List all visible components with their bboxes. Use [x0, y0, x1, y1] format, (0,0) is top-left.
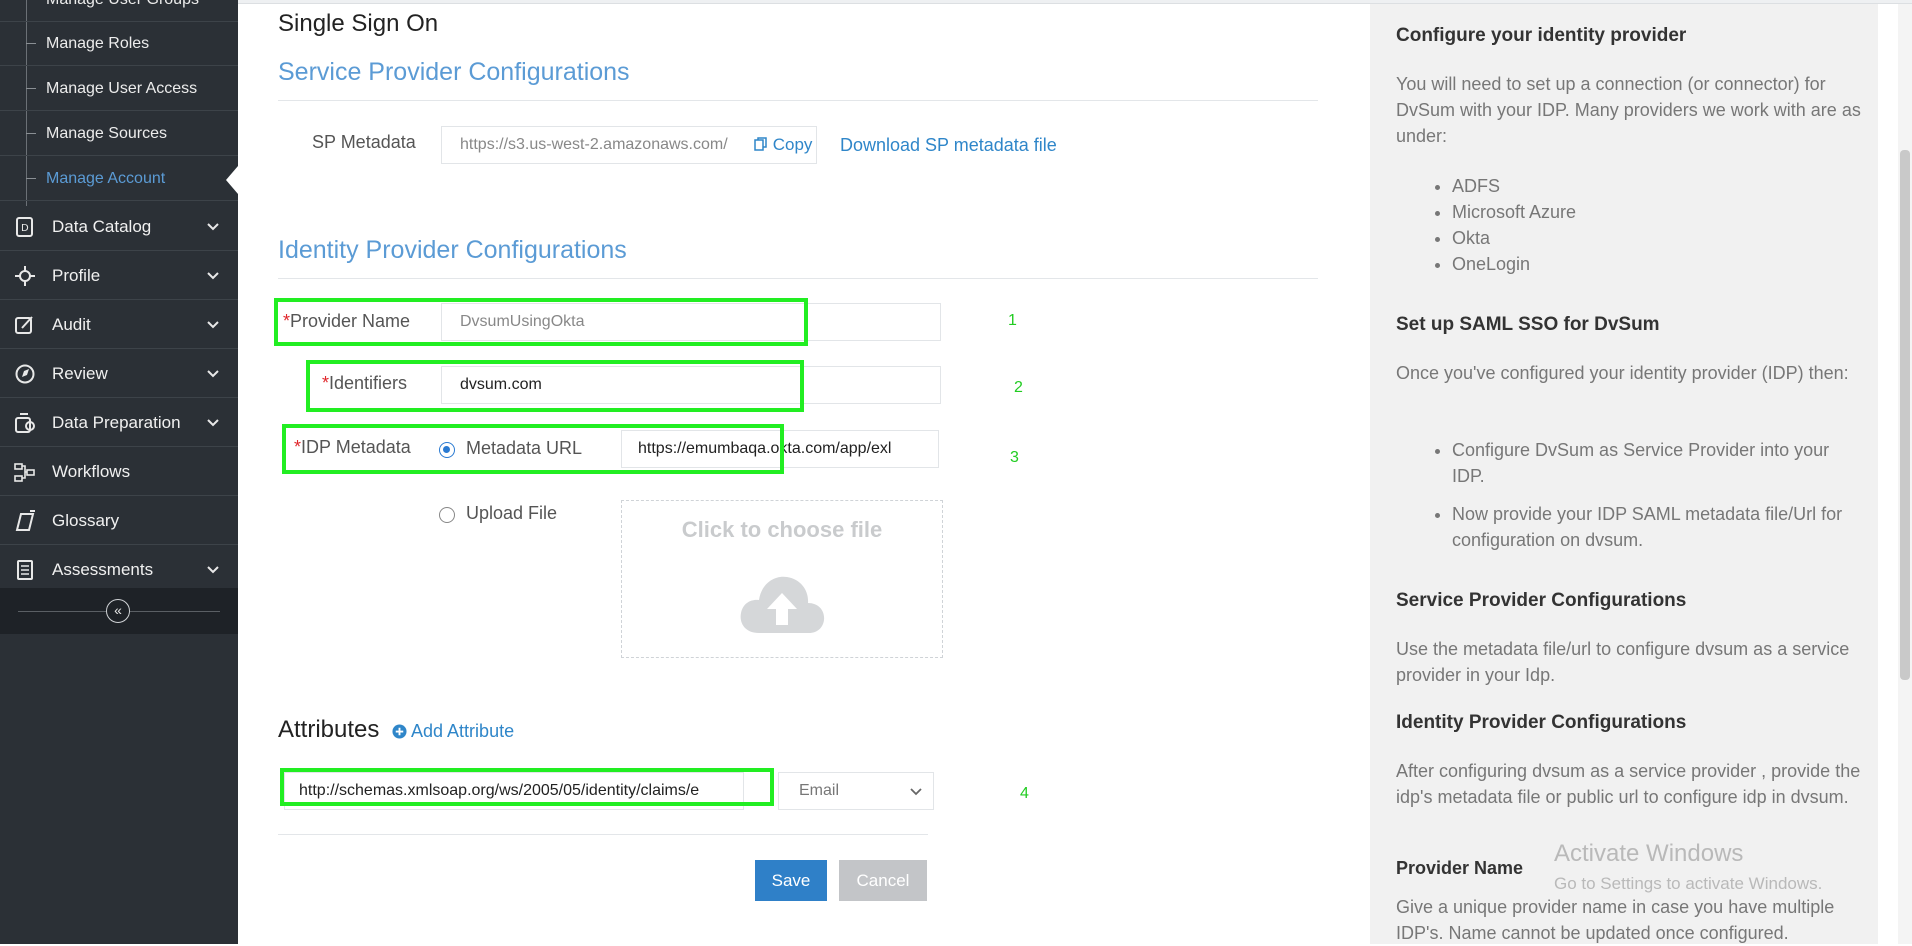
- help-heading: Configure your identity provider: [1396, 25, 1687, 46]
- chevron-down-icon: [207, 566, 219, 574]
- sidebar-item-label: Manage Sources: [46, 125, 167, 142]
- highlight-number-2: 2: [1014, 379, 1023, 396]
- providers-list: ADFS Microsoft Azure Okta OneLogin: [1426, 173, 1866, 277]
- assessments-icon: [17, 560, 33, 580]
- sidebar-item-label: Glossary: [52, 511, 120, 530]
- chevron-down-icon: [207, 321, 219, 329]
- sidebar-item-manage-roles[interactable]: Manage Roles: [0, 22, 238, 66]
- save-button[interactable]: Save: [755, 860, 827, 901]
- copy-icon: [754, 137, 767, 151]
- sidebar-item-label: Review: [52, 364, 108, 383]
- help-heading: Identity Provider Configurations: [1396, 712, 1687, 733]
- list-item: Microsoft Azure: [1452, 199, 1866, 225]
- sp-section-title: Service Provider Configurations: [278, 58, 630, 86]
- list-item: Okta: [1452, 225, 1866, 251]
- list-item: Now provide your IDP SAML metadata file/…: [1452, 501, 1866, 553]
- workflows-icon: [14, 463, 35, 482]
- divider: [278, 100, 1318, 101]
- sidebar-item-label: Manage Account: [46, 170, 166, 187]
- highlight-box-1: [274, 298, 808, 346]
- sidebar-item-review[interactable]: Review: [0, 350, 238, 398]
- add-attribute-button[interactable]: Add Attribute: [392, 721, 514, 742]
- sidebar-item-workflows[interactable]: Workflows: [0, 448, 238, 496]
- help-paragraph: You will need to set up a connection (or…: [1396, 74, 1861, 146]
- help-paragraph: Use the metadata file/url to configure d…: [1396, 639, 1850, 685]
- review-icon: [15, 364, 35, 384]
- activate-windows-watermark: Activate Windows Go to Settings to activ…: [1554, 840, 1823, 893]
- divider: [278, 834, 928, 835]
- sidebar-item-manage-sources[interactable]: Manage Sources: [0, 112, 238, 156]
- main-content: Single Sign On Service Provider Configur…: [238, 0, 1370, 944]
- sidebar-item-audit[interactable]: Audit: [0, 301, 238, 349]
- sidebar-item-label: Manage Roles: [46, 35, 150, 52]
- attributes-title: Attributes: [278, 716, 380, 743]
- divider: [278, 278, 1318, 279]
- chevron-down-icon: [910, 788, 922, 796]
- data-catalog-icon: D: [16, 217, 33, 237]
- sidebar-item-label: Assessments: [52, 560, 154, 579]
- highlight-box-3: [282, 424, 784, 474]
- cloud-upload-icon: [740, 576, 825, 633]
- sidebar-item-assessments[interactable]: Assessments: [0, 546, 238, 594]
- highlight-box-4: [280, 768, 774, 806]
- glossary-icon: [15, 510, 35, 531]
- attribute-mapping-select[interactable]: Email: [778, 772, 934, 810]
- steps-list: Configure DvSum as Service Provider into…: [1426, 437, 1866, 553]
- upload-prompt: Click to choose file: [681, 517, 883, 542]
- sidebar-item-glossary[interactable]: Glossary: [0, 497, 238, 545]
- chevron-down-icon: [207, 370, 219, 378]
- double-chevron-left-icon[interactable]: «: [106, 599, 130, 623]
- help-heading: Service Provider Configurations: [1396, 590, 1687, 611]
- active-indicator: [226, 166, 238, 194]
- sidebar-item-label: Profile: [52, 266, 101, 285]
- audit-icon: [15, 316, 33, 334]
- sp-metadata-label: SP Metadata: [312, 132, 416, 152]
- sidebar-item-label: Data Preparation: [52, 413, 181, 432]
- sidebar-item-manage-user-access[interactable]: Manage User Access: [0, 67, 238, 111]
- sidebar-item-label: Manage User Access: [46, 80, 198, 97]
- upload-file-radio[interactable]: [439, 507, 455, 523]
- list-item: OneLogin: [1452, 251, 1866, 277]
- help-heading: Provider Name: [1396, 858, 1524, 878]
- highlight-box-2: [306, 360, 804, 412]
- help-panel: Configure your identity provider You wil…: [1370, 4, 1878, 944]
- chevron-down-icon: [207, 223, 219, 231]
- profile-icon: [15, 266, 35, 286]
- sidebar: Manage User Groups Manage Roles Manage U…: [0, 0, 238, 944]
- file-drop-zone[interactable]: Click to choose file: [621, 500, 943, 658]
- list-item: ADFS: [1452, 173, 1866, 199]
- page-title: Single Sign On: [278, 10, 439, 37]
- chevron-down-icon: [207, 419, 219, 427]
- list-item: Configure DvSum as Service Provider into…: [1452, 437, 1866, 489]
- plus-circle-icon: [392, 724, 407, 739]
- help-paragraph: Give a unique provider name in case you …: [1396, 897, 1835, 943]
- sidebar-item-manage-user-groups[interactable]: Manage User Groups: [0, 0, 238, 22]
- help-paragraph: After configuring dvsum as a service pro…: [1396, 761, 1861, 807]
- highlight-number-1: 1: [1008, 312, 1017, 329]
- sidebar-item-label: Data Catalog: [52, 217, 152, 236]
- help-paragraph: Once you've configured your identity pro…: [1396, 363, 1849, 383]
- sidebar-collapse-bar: «: [0, 588, 238, 634]
- idp-section-title: Identity Provider Configurations: [278, 236, 627, 264]
- chevron-down-icon: [207, 272, 219, 280]
- cancel-button[interactable]: Cancel: [839, 860, 927, 901]
- scrollbar-thumb[interactable]: [1900, 150, 1910, 680]
- highlight-number-4: 4: [1020, 785, 1029, 802]
- sidebar-item-label: Workflows: [52, 462, 131, 481]
- sidebar-item-manage-account[interactable]: Manage Account: [0, 157, 238, 201]
- highlight-number-3: 3: [1010, 449, 1019, 466]
- download-sp-metadata-link[interactable]: Download SP metadata file: [840, 135, 1057, 156]
- sidebar-item-data-catalog[interactable]: D Data Catalog: [0, 203, 238, 251]
- data-preparation-icon: [15, 413, 35, 433]
- upload-file-option-label: Upload File: [466, 503, 558, 523]
- copy-button[interactable]: Copy: [750, 128, 813, 162]
- sidebar-item-data-preparation[interactable]: Data Preparation: [0, 399, 238, 447]
- sidebar-item-label: Audit: [52, 315, 91, 334]
- sidebar-item-profile[interactable]: Profile: [0, 252, 238, 300]
- svg-text:D: D: [21, 223, 29, 234]
- help-heading: Set up SAML SSO for DvSum: [1396, 314, 1660, 335]
